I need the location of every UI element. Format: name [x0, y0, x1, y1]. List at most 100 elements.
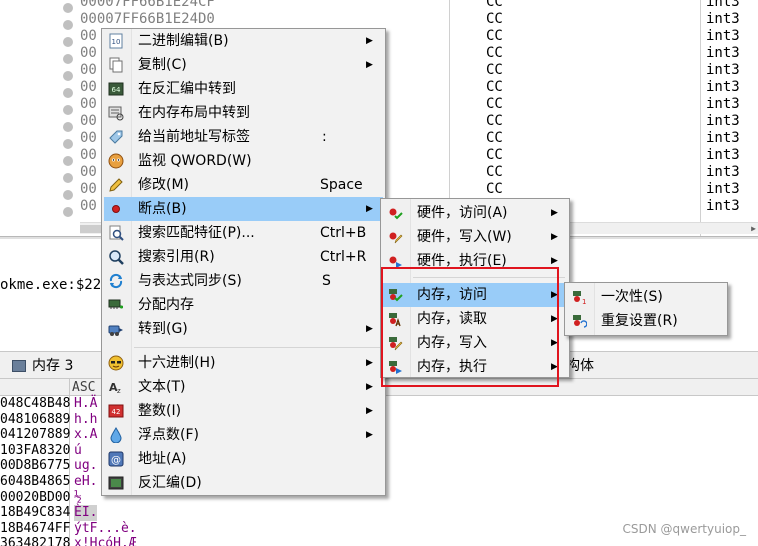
menu-item-alloc-memory[interactable]: 分配内存: [104, 293, 383, 317]
instruction-cell[interactable]: int3: [706, 11, 740, 28]
dump-ascii-cell[interactable]: h.h: [74, 412, 97, 428]
bytes-cell[interactable]: CC: [486, 96, 503, 113]
dump-ascii-cell[interactable]: ug.: [74, 458, 97, 474]
menu-item-integer[interactable]: 42 整数(I) ▶: [104, 399, 383, 423]
breakpoint-dot[interactable]: [63, 190, 73, 200]
dump-hex-cell[interactable]: 363482178: [0, 536, 70, 546]
bytes-cell[interactable]: CC: [486, 45, 503, 62]
menu-item-copy[interactable]: 复制(C) ▶: [104, 53, 383, 77]
breakpoint-dot[interactable]: [63, 105, 73, 115]
bytes-cell[interactable]: CC: [486, 164, 503, 181]
menu-item-watch-qword[interactable]: 监视 QWORD(W): [104, 149, 383, 173]
breakpoint-dot[interactable]: [63, 207, 73, 217]
menu-item-goto-memmap[interactable]: 在内存布局中转到: [104, 101, 383, 125]
dump-hex-cell[interactable]: 00020BD00: [0, 490, 70, 506]
scroll-right-icon[interactable]: ▶: [751, 223, 756, 234]
menu-item-mem-exec[interactable]: 内存，执行 ▶: [383, 355, 567, 379]
breakpoint-dot[interactable]: [63, 122, 73, 132]
menu-item-label-address[interactable]: 给当前地址写标签 :: [104, 125, 383, 149]
menu-item-restore[interactable]: 重复设置(R): [567, 309, 725, 333]
address-cell[interactable]: 00: [80, 113, 97, 130]
instruction-cell[interactable]: int3: [706, 79, 740, 96]
address-cell[interactable]: 00: [80, 181, 97, 198]
menu-item-float[interactable]: 浮点数(F) ▶: [104, 423, 383, 447]
menu-item-text[interactable]: Az 文本(T) ▶: [104, 375, 383, 399]
breakpoint-dot[interactable]: [63, 37, 73, 47]
bytes-cell[interactable]: CC: [486, 147, 503, 164]
bytes-cell[interactable]: CC: [486, 0, 503, 11]
menu-item-breakpoint[interactable]: 断点(B) ▶: [104, 197, 383, 221]
bytes-cell[interactable]: CC: [486, 11, 503, 28]
menu-item-hw-access[interactable]: 硬件，访问(A) ▶: [383, 201, 567, 225]
dump-hex-cell[interactable]: 18B4674FF: [0, 521, 70, 537]
address-cell[interactable]: 00: [80, 62, 97, 79]
breakpoint-dot[interactable]: [63, 20, 73, 30]
address-cell[interactable]: 00: [80, 28, 97, 45]
menu-item-address[interactable]: @ 地址(A): [104, 447, 383, 471]
dump-ascii-cell[interactable]: ÈI.: [74, 505, 98, 521]
dump-hex-cell[interactable]: 103FA8320: [0, 443, 70, 459]
dump-ascii-cell[interactable]: ýtF...è.: [74, 521, 137, 537]
breakpoint-dot[interactable]: [63, 139, 73, 149]
instruction-cell[interactable]: int3: [706, 181, 740, 198]
instruction-cell[interactable]: int3: [706, 45, 740, 62]
instruction-cell[interactable]: int3: [706, 0, 740, 11]
address-cell[interactable]: 00007FF66B1E24CF: [80, 0, 215, 11]
dump-ascii-cell[interactable]: ú: [74, 443, 82, 459]
menu-item-mem-read[interactable]: 内存，读取 ▶: [383, 307, 567, 331]
instruction-cell[interactable]: int3: [706, 164, 740, 181]
menu-item-goto[interactable]: 转到(G) ▶: [104, 317, 383, 341]
menu-item-modify[interactable]: 修改(M) Space: [104, 173, 383, 197]
menu-item-hw-exec[interactable]: 硬件，执行(E) ▶: [383, 249, 567, 273]
dump-ascii-cell[interactable]: H.Ä: [74, 396, 97, 412]
dump-ascii-cell[interactable]: eH.: [74, 474, 97, 490]
dump-hex-cell[interactable]: 048106889: [0, 412, 70, 428]
menu-item-mem-write[interactable]: 内存，写入 ▶: [383, 331, 567, 355]
dump-hex-cell[interactable]: 048C48B48: [0, 396, 70, 412]
breakpoint-dot[interactable]: [63, 156, 73, 166]
menu-item-search-pattern[interactable]: 搜索匹配特征(P)... Ctrl+B: [104, 221, 383, 245]
instruction-cell[interactable]: int3: [706, 130, 740, 147]
bytes-cell[interactable]: CC: [486, 79, 503, 96]
dump-hex-cell[interactable]: 041207889: [0, 427, 70, 443]
breakpoint-dot[interactable]: [63, 3, 73, 13]
instruction-cell[interactable]: int3: [706, 147, 740, 164]
menu-item-goto-disasm[interactable]: 64 在反汇编中转到: [104, 77, 383, 101]
menu-item-binary-edit[interactable]: 10 二进制编辑(B) ▶: [104, 29, 383, 53]
breakpoint-gutter[interactable]: [62, 0, 74, 236]
dump-hex-cell[interactable]: 00D8B6775: [0, 458, 70, 474]
instruction-cell[interactable]: int3: [706, 96, 740, 113]
menu-item-hex[interactable]: 十六进制(H) ▶: [104, 351, 383, 375]
address-cell[interactable]: 00: [80, 45, 97, 62]
tab-memory-3[interactable]: 内存 3: [12, 354, 73, 378]
breakpoint-dot[interactable]: [63, 71, 73, 81]
breakpoint-dot[interactable]: [63, 54, 73, 64]
address-cell[interactable]: 00: [80, 130, 97, 147]
instruction-cell[interactable]: int3: [706, 62, 740, 79]
address-cell[interactable]: 00007FF66B1E24D0: [80, 11, 215, 28]
bytes-cell[interactable]: CC: [486, 62, 503, 79]
address-cell[interactable]: 00: [80, 79, 97, 96]
instruction-cell[interactable]: int3: [706, 113, 740, 130]
breakpoint-dot[interactable]: [63, 88, 73, 98]
bytes-cell[interactable]: CC: [486, 130, 503, 147]
bytes-cell[interactable]: CC: [486, 181, 503, 198]
bytes-cell[interactable]: CC: [486, 113, 503, 130]
breakpoint-dot[interactable]: [63, 173, 73, 183]
ascii-column-header[interactable]: ASC: [72, 379, 95, 396]
address-cell[interactable]: 00: [80, 164, 97, 181]
instruction-cell[interactable]: int3: [706, 198, 740, 215]
instruction-cell[interactable]: int3: [706, 28, 740, 45]
tab-struct[interactable]: 构体: [566, 354, 594, 378]
bytes-cell[interactable]: CC: [486, 28, 503, 45]
menu-item-mem-access[interactable]: 内存，访问 ▶: [383, 283, 567, 307]
menu-item-sync-expression[interactable]: 与表达式同步(S) S: [104, 269, 383, 293]
dump-hex-cell[interactable]: 18B49C834: [0, 505, 70, 521]
address-cell[interactable]: 00: [80, 147, 97, 164]
menu-item-search-ref[interactable]: 搜索引用(R) Ctrl+R: [104, 245, 383, 269]
address-cell[interactable]: 00: [80, 198, 97, 215]
dump-ascii-cell[interactable]: x.A: [74, 427, 97, 443]
address-cell[interactable]: 00: [80, 96, 97, 113]
menu-item-hw-write[interactable]: 硬件，写入(W) ▶: [383, 225, 567, 249]
dump-ascii-cell[interactable]: ½: [74, 490, 82, 506]
